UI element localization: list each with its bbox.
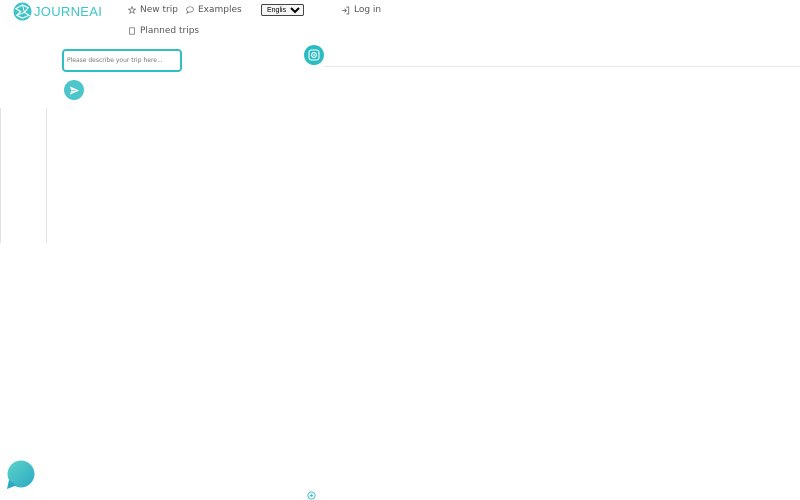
nav-examples[interactable]: Examples [186, 5, 242, 15]
nav-new-trip[interactable]: New trip [128, 5, 178, 15]
bookmark-icon [129, 27, 135, 35]
panel-divider-right [46, 108, 47, 243]
nav-new-trip-label: New trip [140, 5, 178, 15]
nav-planned-trips-label: Planned trips [140, 26, 200, 36]
brand-logo[interactable]: JOURNEAI [13, 2, 102, 21]
brand-name: JOURNEAI [34, 4, 103, 19]
locate-button[interactable] [304, 45, 324, 65]
trip-description-input[interactable] [62, 49, 182, 72]
nav-examples-label: Examples [198, 5, 242, 15]
star-icon [128, 6, 136, 14]
nav-planned-trips[interactable]: Planned trips [128, 26, 199, 36]
logo-icon [13, 2, 32, 21]
nav-login-label: Log in [354, 5, 382, 15]
send-button[interactable] [64, 80, 84, 100]
nav-login[interactable]: Log in [341, 5, 381, 15]
panel-divider-left [0, 108, 1, 243]
language-select[interactable]: English [261, 4, 304, 16]
speech-bubble-icon [186, 6, 194, 14]
send-icon [69, 85, 79, 95]
map-top-divider [324, 66, 800, 67]
login-icon [341, 6, 350, 14]
target-icon [308, 49, 320, 61]
chat-bubble-icon[interactable] [6, 460, 36, 490]
